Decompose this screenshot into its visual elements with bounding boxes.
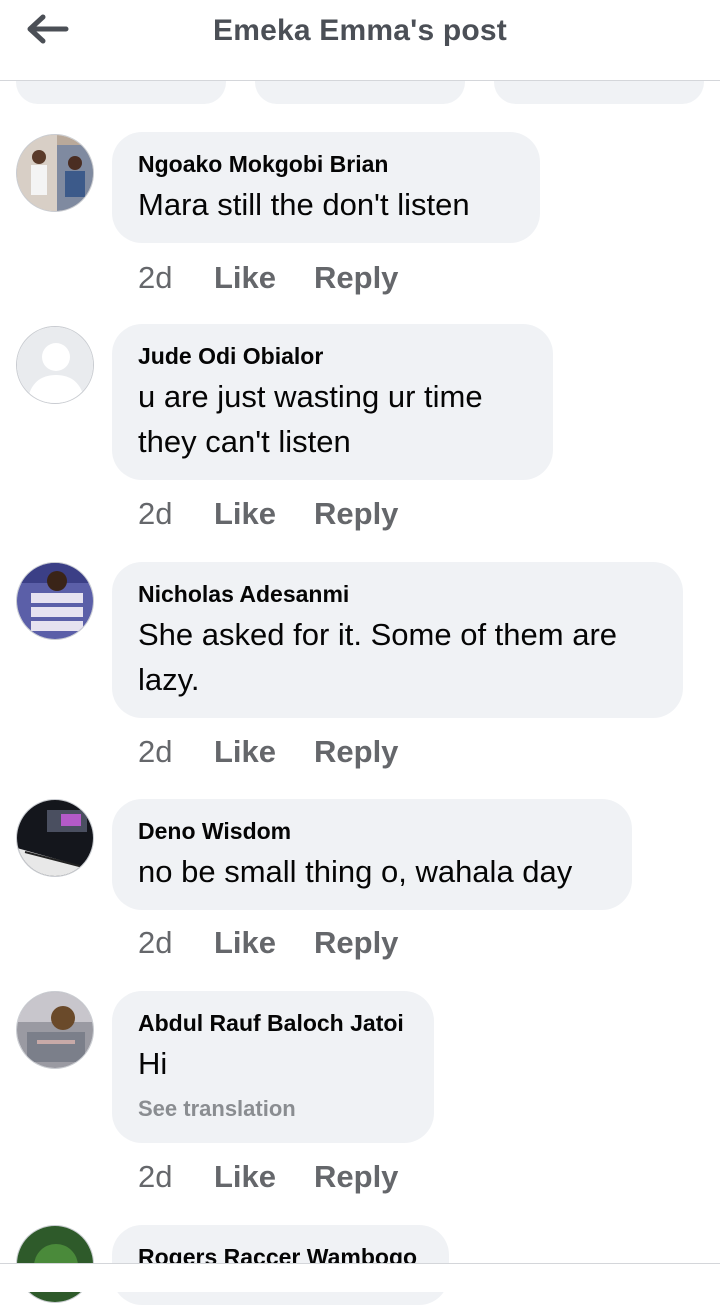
comment-bubble: Deno Wisdom no be small thing o, wahala …	[112, 799, 632, 910]
comment-author[interactable]: Ngoako Mokgobi Brian	[138, 150, 514, 178]
like-button[interactable]: Like	[214, 734, 314, 770]
avatar[interactable]	[16, 562, 94, 640]
comment-actions: 2d Like Reply	[138, 1159, 398, 1195]
reply-button[interactable]: Reply	[314, 1159, 398, 1195]
comment-time: 2d	[138, 734, 173, 769]
comment-time: 2d	[138, 925, 173, 960]
avatar[interactable]	[16, 134, 94, 212]
comment-author[interactable]: Jude Odi Obialor	[138, 342, 527, 370]
reply-button[interactable]: Reply	[314, 496, 398, 532]
comment-time: 2d	[138, 496, 173, 531]
comment-bubble: Abdul Rauf Baloch Jatoi Hi See translati…	[112, 991, 434, 1143]
comment-bubble: Jude Odi Obialor u are just wasting ur t…	[112, 324, 553, 480]
comment-actions: 2d Like Reply	[138, 925, 398, 961]
comment-time: 2d	[138, 1159, 173, 1194]
avatar[interactable]	[16, 991, 94, 1069]
comment-actions: 2d Like Reply	[138, 734, 398, 770]
comment-text: u are just wasting ur time they can't li…	[138, 379, 483, 459]
comment-text: She asked for it. Some of them are lazy.	[138, 617, 618, 697]
bottom-bar	[0, 1263, 720, 1292]
like-button[interactable]: Like	[214, 1159, 314, 1195]
like-button[interactable]: Like	[214, 925, 314, 961]
top-bar: Emeka Emma's post	[0, 0, 720, 81]
like-button[interactable]: Like	[214, 496, 314, 532]
comment-author[interactable]: Deno Wisdom	[138, 817, 606, 845]
comment-actions: 2d Like Reply	[138, 496, 398, 532]
reply-button[interactable]: Reply	[314, 260, 398, 296]
avatar[interactable]	[16, 326, 94, 404]
reply-button[interactable]: Reply	[314, 925, 398, 961]
comment-bubble: Nicholas Adesanmi She asked for it. Some…	[112, 562, 683, 718]
comment-text: no be small thing o, wahala day	[138, 854, 573, 889]
comment-text: Hi	[138, 1046, 168, 1081]
comment-time: 2d	[138, 260, 173, 295]
comment-text: Mara still the don't listen	[138, 187, 470, 222]
comment-author[interactable]: Nicholas Adesanmi	[138, 580, 657, 608]
comment-author[interactable]: Abdul Rauf Baloch Jatoi	[138, 1009, 408, 1037]
page-title: Emeka Emma's post	[213, 14, 507, 47]
reply-button[interactable]: Reply	[314, 734, 398, 770]
avatar[interactable]	[16, 799, 94, 877]
like-button[interactable]: Like	[214, 260, 314, 296]
see-translation-link[interactable]: See translation	[138, 1096, 408, 1122]
comment-actions: 2d Like Reply	[138, 260, 398, 296]
comment-bubble: Ngoako Mokgobi Brian Mara still the don'…	[112, 132, 540, 243]
